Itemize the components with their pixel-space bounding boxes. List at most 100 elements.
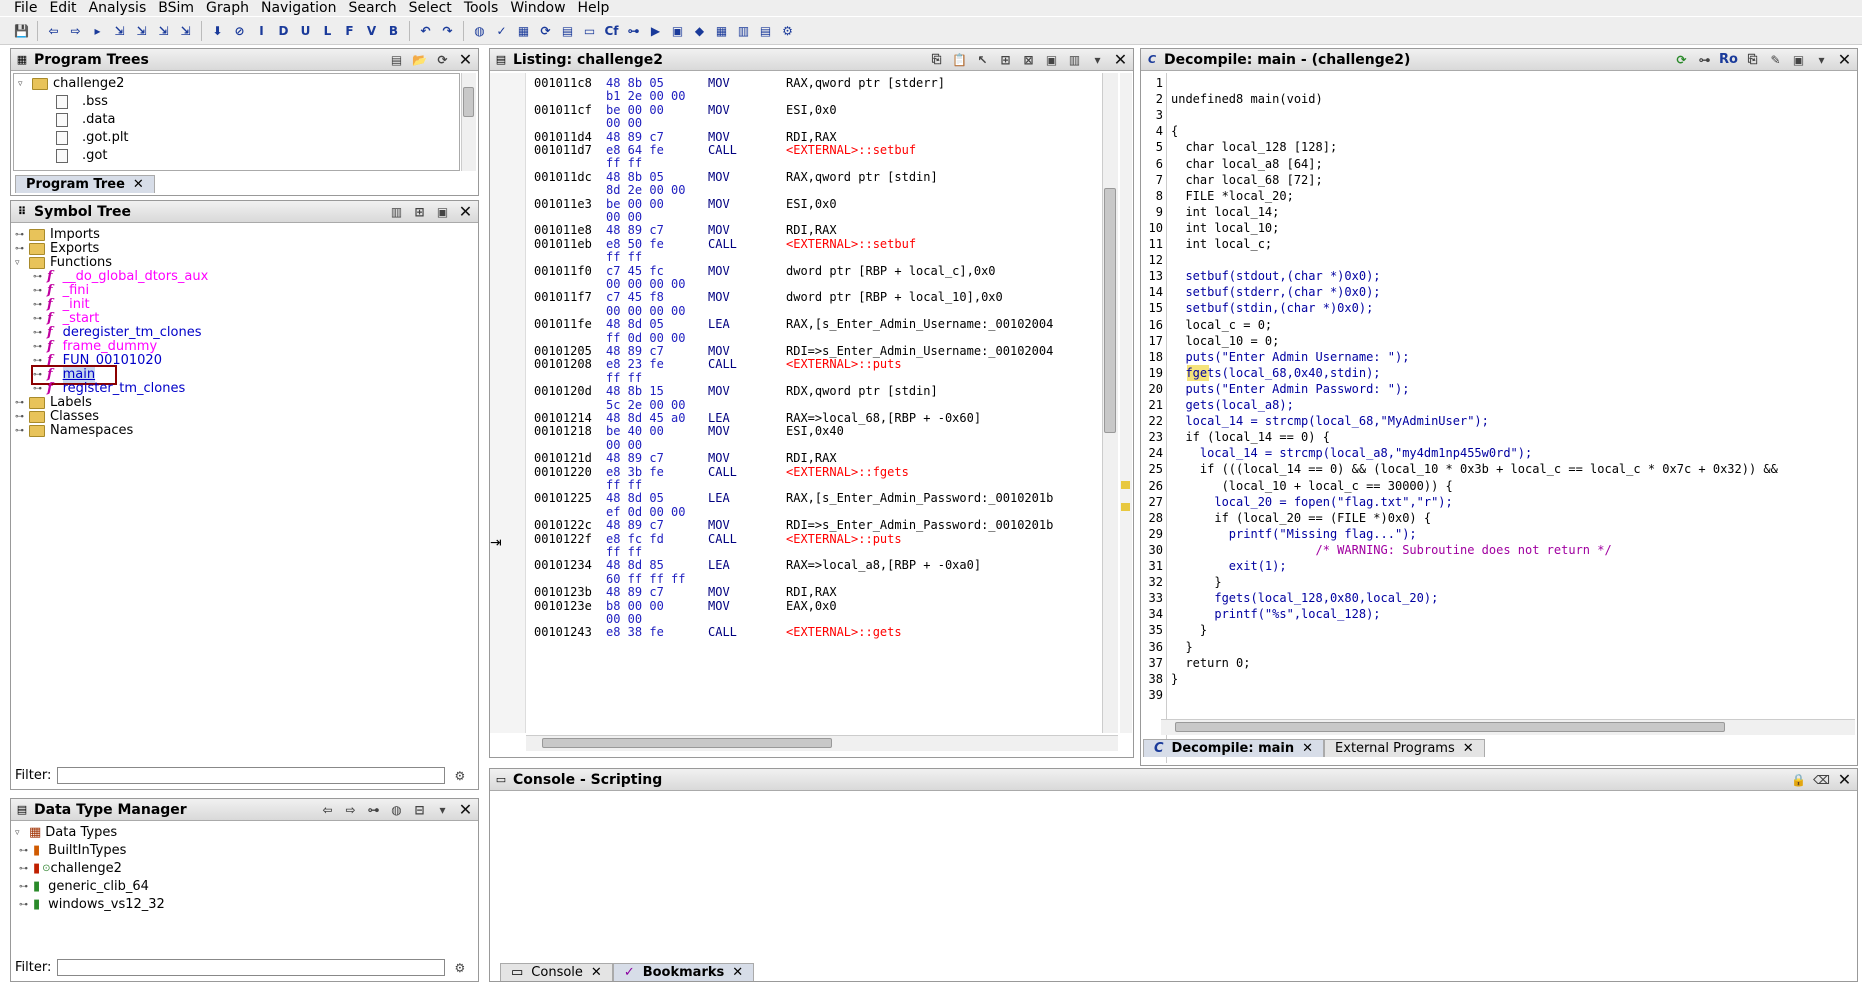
code-line[interactable]: int local_14; [1171, 204, 1279, 220]
menu-graph[interactable]: Graph [200, 0, 255, 16]
close-icon[interactable]: ✕ [732, 964, 743, 982]
code-line[interactable]: } [1171, 574, 1221, 590]
expand-icon[interactable]: ⊶ [19, 861, 29, 877]
stop-icon[interactable]: ⊘ [230, 21, 249, 40]
listing-scrollbar[interactable] [1102, 73, 1118, 733]
snapshot-icon[interactable]: ▣ [434, 203, 451, 220]
close-icon[interactable]: ✕ [133, 176, 144, 194]
code-line[interactable]: } [1171, 622, 1207, 638]
next-selection-icon[interactable]: ▸ [88, 21, 107, 40]
terminal-icon[interactable]: ▣ [668, 21, 687, 40]
code-line[interactable]: return 0; [1171, 655, 1250, 671]
refresh-tree-icon[interactable]: ⟳ [434, 51, 451, 68]
code-line[interactable]: local_14 = strcmp(local_68,"MyAdminUser"… [1171, 413, 1488, 429]
scroll-thumb[interactable] [542, 738, 832, 748]
menu-file[interactable]: File [0, 0, 43, 16]
layout-icon[interactable]: ▥ [1066, 51, 1083, 68]
graph-icon[interactable]: ⊶ [1696, 51, 1713, 68]
tree-item[interactable]: ⊶ ▮ BuiltInTypes [19, 843, 126, 859]
code-line[interactable]: puts("Enter Admin Password: "); [1171, 381, 1409, 397]
code-line[interactable]: fgets(local_128,0x80,local_20); [1171, 590, 1438, 606]
tab-program-tree[interactable]: Program Tree ✕ [15, 175, 155, 193]
nav1-icon[interactable]: ⇲ [110, 21, 129, 40]
menu-down-icon[interactable]: ▾ [434, 801, 451, 818]
nav3-icon[interactable]: ⇲ [154, 21, 173, 40]
tree-item[interactable]: ⊶ ▮ ⊙ challenge2 [19, 861, 122, 877]
close-icon[interactable]: ✕ [1836, 770, 1853, 789]
tree-root[interactable]: ▿ ▦ Data Types [15, 825, 117, 841]
refresh-icon[interactable]: ⟳ [536, 21, 555, 40]
close-icon[interactable]: ✕ [591, 964, 602, 982]
code-line[interactable]: local_c = 0; [1171, 317, 1272, 333]
field-edit-icon[interactable]: ⊞ [997, 51, 1014, 68]
copy-icon[interactable]: ⎘ [1744, 51, 1761, 68]
decompile-hscrollbar[interactable] [1161, 719, 1855, 735]
tab-decompile-main[interactable]: C Decompile: main ✕ [1143, 739, 1325, 757]
forward-arrow-icon[interactable]: ⇨ [342, 801, 359, 818]
code-line[interactable]: char local_a8 [64]; [1171, 156, 1322, 172]
folder-icon[interactable]: ▭ [580, 21, 599, 40]
code-line[interactable]: FILE *local_20; [1171, 188, 1293, 204]
new-tree-icon[interactable]: ▤ [388, 51, 405, 68]
calculator-icon[interactable]: ▦ [514, 21, 533, 40]
tree-item[interactable]: .data [56, 112, 115, 128]
scroll-thumb[interactable] [1175, 722, 1725, 732]
menu-bsim[interactable]: BSim [152, 0, 200, 16]
code-line[interactable]: int local_c; [1171, 236, 1272, 252]
menu-edit[interactable]: Edit [43, 0, 82, 16]
forward-icon[interactable]: ⇨ [66, 21, 85, 40]
menu-help[interactable]: Help [572, 0, 616, 16]
expand-icon[interactable]: ⊶ [19, 897, 29, 913]
back-icon[interactable]: ⇦ [44, 21, 63, 40]
expand-icon[interactable]: ⊶ [15, 423, 25, 439]
globe-icon[interactable]: ◍ [470, 21, 489, 40]
code-line[interactable]: exit(1); [1171, 558, 1287, 574]
code-line[interactable]: fgets(local_68,0x40,stdin); [1171, 364, 1381, 381]
code-line[interactable]: /* WARNING: Subroutine does not return *… [1171, 542, 1611, 558]
snapshot-icon[interactable]: ▣ [1043, 51, 1060, 68]
code-line[interactable]: { [1171, 123, 1178, 139]
stack-icon[interactable]: ▤ [756, 21, 775, 40]
table-icon[interactable]: ▤ [558, 21, 577, 40]
symbol-filter-input[interactable] [57, 767, 446, 784]
tab-console[interactable]: ▭ Console ✕ [500, 963, 613, 981]
toolbar-i-button[interactable]: I [252, 21, 271, 40]
down-arrow-icon[interactable]: ⬇ [208, 21, 227, 40]
tree-root[interactable]: ▿ challenge2 [18, 76, 124, 92]
data-type-filter-input[interactable] [57, 959, 446, 976]
copy-icon[interactable]: ⎘ [928, 51, 945, 68]
code-line[interactable]: setbuf(stderr,(char *)0x0); [1171, 284, 1380, 300]
code-line[interactable]: char local_68 [72]; [1171, 172, 1322, 188]
menu-search[interactable]: Search [343, 0, 403, 16]
tree-item[interactable]: .got.plt [56, 130, 129, 146]
checkmark-icon[interactable]: ✓ [492, 21, 511, 40]
code-line[interactable]: gets(local_a8); [1171, 397, 1293, 413]
code-line[interactable]: local_20 = fopen("flag.txt","r"); [1171, 494, 1452, 510]
expand-icon[interactable]: ▿ [15, 825, 25, 841]
close-icon[interactable]: ✕ [1836, 50, 1853, 69]
toolbar-v-button[interactable]: V [362, 21, 381, 40]
code-line[interactable]: char local_128 [128]; [1171, 139, 1337, 155]
undo-icon[interactable]: ↶ [416, 21, 435, 40]
program-tree-scrollbar[interactable] [461, 73, 476, 171]
scroll-thumb[interactable] [1104, 188, 1116, 433]
back-arrow-icon[interactable]: ⇦ [319, 801, 336, 818]
refresh-icon[interactable]: ⟳ [1673, 51, 1690, 68]
redo-icon[interactable]: ↷ [438, 21, 457, 40]
code-line[interactable]: local_10 = 0; [1171, 333, 1279, 349]
cursor-icon[interactable]: ↖ [974, 51, 991, 68]
code-line[interactable]: printf("Missing flag..."); [1171, 526, 1417, 542]
memory-icon[interactable]: ▥ [734, 21, 753, 40]
edit-icon[interactable]: ✎ [1767, 51, 1784, 68]
toolbar-l-button[interactable]: L [318, 21, 337, 40]
code-line[interactable]: setbuf(stdout,(char *)0x0); [1171, 268, 1380, 284]
toolbar-u-button[interactable]: U [296, 21, 315, 40]
scroll-thumb[interactable] [463, 87, 474, 117]
menu-down-icon[interactable]: ▾ [1813, 51, 1830, 68]
tab-bookmarks[interactable]: ✓ Bookmarks ✕ [612, 963, 755, 982]
menu-select[interactable]: Select [403, 0, 458, 16]
menu-window[interactable]: Window [504, 0, 571, 16]
code-line[interactable]: if (local_14 == 0) { [1171, 429, 1330, 445]
close-icon[interactable]: ✕ [1112, 50, 1129, 69]
menu-navigation[interactable]: Navigation [255, 0, 343, 16]
